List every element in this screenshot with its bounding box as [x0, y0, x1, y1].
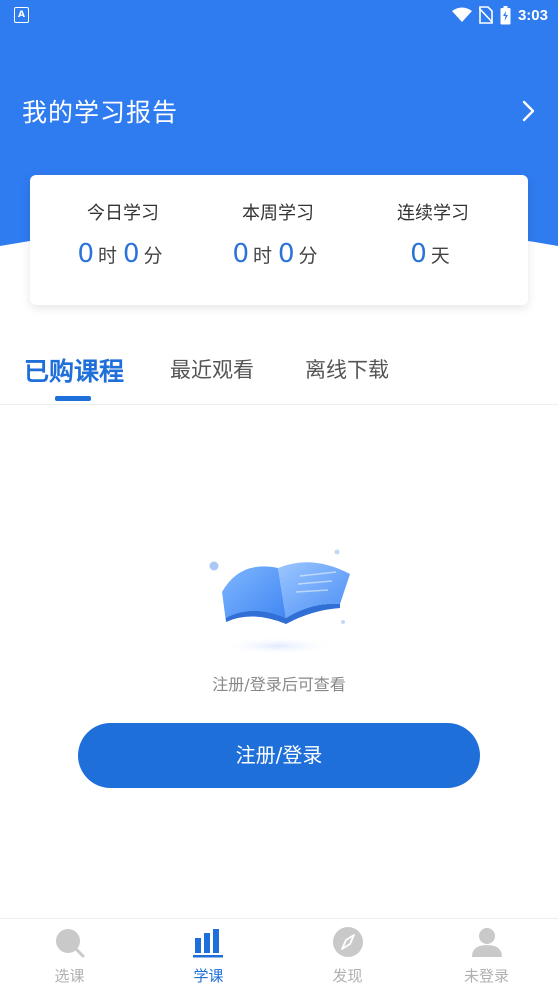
tab-offline-downloads[interactable]: 离线下载	[305, 354, 389, 384]
active-tab-indicator	[55, 396, 91, 401]
status-icons: 3:03	[451, 4, 548, 26]
nav-item-select-course[interactable]: 选课	[0, 919, 139, 992]
nav-label: 未登录	[463, 967, 509, 985]
stat-today: 今日学习 0时0分	[40, 175, 206, 270]
no-sim-icon	[478, 6, 493, 24]
status-time: 3:03	[517, 6, 548, 24]
stat-value: 0时0分	[195, 238, 361, 270]
nav-item-discover[interactable]: 发现	[278, 919, 417, 992]
study-report-title[interactable]: 我的学习报告	[22, 93, 178, 129]
register-login-button[interactable]: 注册/登录	[78, 723, 480, 788]
nav-label: 发现	[332, 967, 363, 985]
stat-label: 连续学习	[397, 203, 469, 224]
app-notification-icon: A	[14, 7, 29, 23]
nav-item-not-logged-in[interactable]: 未登录	[417, 919, 556, 992]
wifi-icon	[451, 7, 472, 22]
stat-value: 0时0分	[40, 238, 206, 270]
nav-label: 学课	[193, 967, 224, 985]
stat-hours-value: 0	[232, 239, 249, 269]
stat-minutes-unit: 分	[143, 245, 163, 267]
stat-value: 0天	[350, 238, 516, 270]
nav-label: 选课	[54, 967, 85, 985]
study-stats-card: 今日学习 0时0分 本周学习 0时0分 连续学习 0天	[30, 175, 528, 305]
compass-icon	[333, 927, 363, 957]
search-icon	[56, 929, 85, 958]
tab-purchased-courses[interactable]: 已购课程	[24, 352, 124, 388]
stat-days-unit: 天	[430, 245, 450, 267]
course-tabs: 已购课程 最近观看 离线下载	[0, 340, 558, 405]
bar-chart-icon	[193, 929, 223, 958]
stat-streak: 连续学习 0天	[350, 175, 516, 270]
stat-hours-value: 0	[77, 239, 94, 269]
stat-minutes-value: 0	[123, 239, 140, 269]
stat-days-value: 0	[410, 239, 427, 269]
stat-week: 本周学习 0时0分	[195, 175, 361, 270]
empty-state-message: 注册/登录后可查看	[212, 675, 346, 694]
user-icon	[472, 928, 502, 957]
tab-recently-watched[interactable]: 最近观看	[170, 354, 254, 384]
stat-minutes-unit: 分	[298, 245, 318, 267]
stat-label: 本周学习	[242, 203, 314, 224]
chevron-right-icon[interactable]	[518, 99, 538, 123]
open-book-icon	[209, 549, 350, 655]
battery-icon	[500, 5, 511, 24]
stat-hours-unit: 时	[97, 245, 117, 267]
stat-hours-unit: 时	[252, 245, 272, 267]
bottom-navigation: 选课 学课 发现 未登录	[0, 918, 558, 992]
screen: A 3:03 我的学习报告 今日学习 0时0分 本周学习 0 时 0 分 连续学…	[0, 0, 558, 992]
stat-minutes-value: 0	[278, 239, 295, 269]
status-bar: A 3:03	[0, 0, 558, 30]
stat-label: 今日学习	[87, 203, 159, 224]
nav-item-study[interactable]: 学课	[139, 919, 278, 992]
